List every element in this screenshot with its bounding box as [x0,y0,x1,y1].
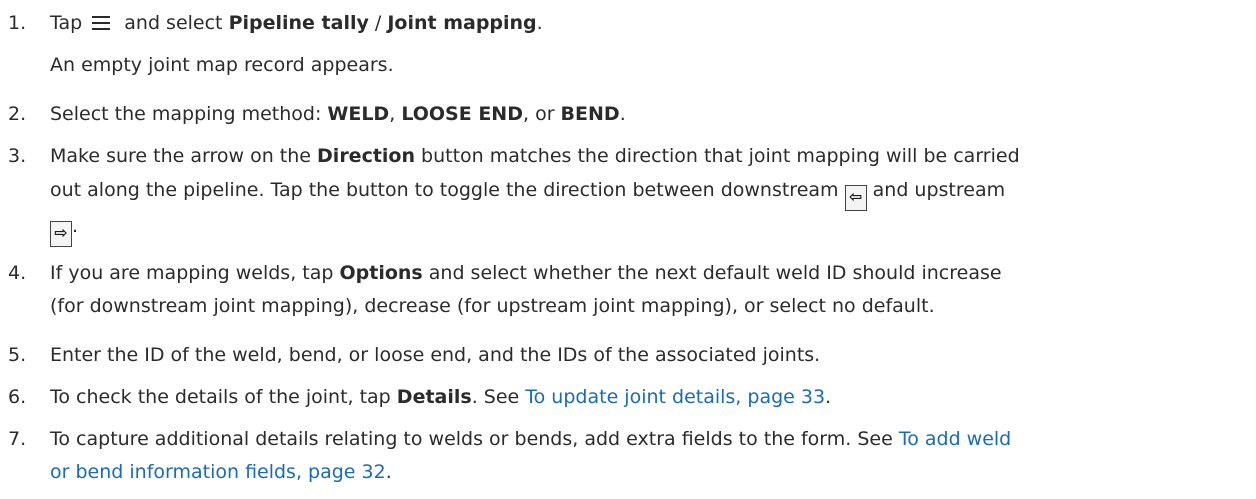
step-number: 4. [8,262,27,284]
separator: , or [522,103,561,125]
options-label: Options [339,262,423,284]
step-text-line2: out along the pipeline. Tap the button t… [50,179,845,201]
separator: / [368,12,388,34]
step-text-pre: To check the details of the joint, tap [50,386,397,408]
step-7-line-2: or bend information fields, page 32. [50,459,392,485]
details-label: Details [396,386,472,408]
link-add-weld-fields[interactable]: To add weld [899,428,1011,450]
step-number: 7. [8,428,27,450]
step-number: 2. [8,103,27,125]
period: . [385,461,392,483]
step-3-line-3: ⇨. [50,213,78,247]
period: . [536,12,543,34]
step-text: Select the mapping method: WELD, LOOSE E… [50,101,1250,127]
link-update-joint-details[interactable]: To update joint details, page 33 [525,386,825,408]
period: . [72,215,79,237]
method-bend: BEND [560,103,620,125]
step-text-mid: . See [471,386,526,408]
step-text: Tap and select Pipeline tally / Joint ma… [50,10,1250,36]
step-number: 5. [8,344,27,366]
separator: , [389,103,402,125]
step-text: Make sure the arrow on the Direction but… [50,143,1250,169]
step-text-mid: and upstream [866,179,1006,201]
step-number: 3. [8,145,27,167]
downstream-arrow-icon: ⇦ [844,185,867,211]
step-number: 6. [8,386,27,408]
step-text-pre: Make sure the arrow on the [50,145,318,167]
link-add-weld-fields-cont[interactable]: or bend information fields, page 32 [50,461,386,483]
step-text-pre: Tap [50,12,83,34]
step-number: 1. [8,12,27,34]
step-text-pre: If you are mapping welds, tap [50,262,340,284]
step-text: To capture additional details relating t… [50,426,1250,452]
step-text: Enter the ID of the weld, bend, or loose… [50,344,821,366]
step-1-note: An empty joint map record appears. [50,54,394,76]
direction-label: Direction [317,145,416,167]
period: . [619,103,626,125]
step-text-pre: To capture additional details relating t… [50,428,899,450]
step-text-post: button matches the direction that joint … [415,145,1020,167]
period: . [825,386,832,408]
procedure-steps: 1. Tap and select Pipeline tally / Joint… [0,0,1256,499]
upstream-arrow-icon: ⇨ [50,221,72,247]
step-text: If you are mapping welds, tap Options an… [50,260,1250,286]
step-text: To check the details of the joint, tap D… [50,384,1250,410]
step-4-line-2: (for downstream joint mapping), decrease… [50,295,935,317]
menu-item-joint-mapping: Joint mapping [387,12,537,34]
step-text-mid: and select [124,12,223,34]
step-3-line-2: out along the pipeline. Tap the button t… [50,177,1005,211]
step-text-post: and select whether the next default weld… [422,262,1002,284]
menu-item-pipeline-tally: Pipeline tally [228,12,369,34]
method-loose-end: LOOSE END [401,103,523,125]
method-weld: WELD [327,103,390,125]
step-text-pre: Select the mapping method: [50,103,328,125]
menu-icon [92,16,111,30]
